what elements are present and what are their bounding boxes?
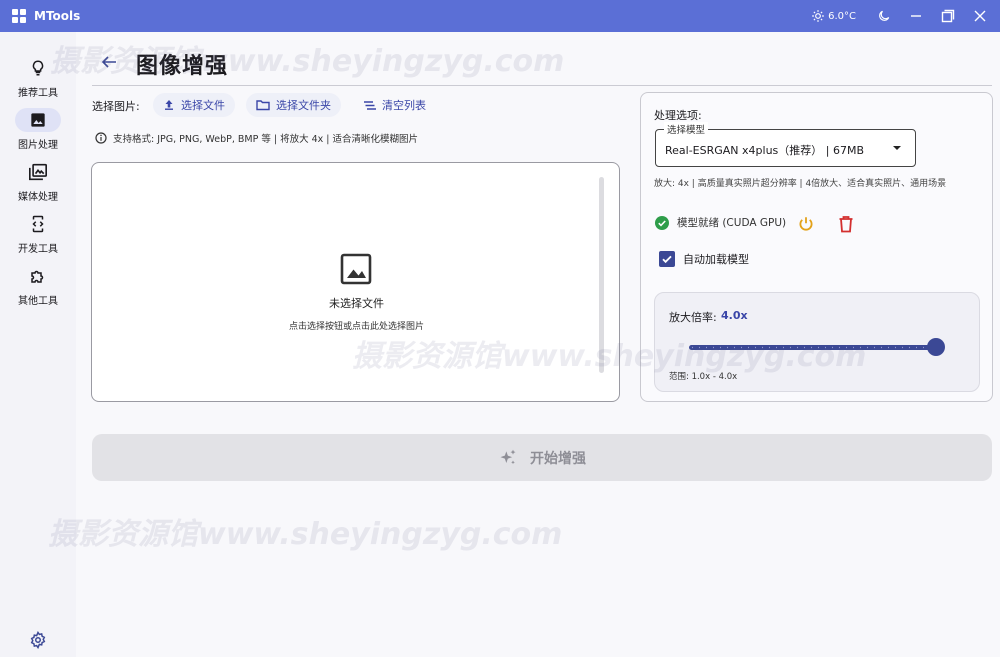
sidebar-item-image-processing[interactable]: 图片处理	[0, 108, 76, 151]
drop-zone-title: 未选择文件	[329, 297, 384, 310]
start-enhance-button[interactable]: 开始增强	[92, 434, 992, 481]
sidebar-item-media[interactable]: 媒体处理	[0, 160, 76, 203]
delete-icon	[839, 216, 853, 233]
sidebar-item-label: 开发工具	[18, 244, 58, 255]
app-logo-icon	[12, 9, 26, 23]
settings-button[interactable]	[27, 629, 49, 651]
sidebar-item-label: 图片处理	[18, 140, 58, 151]
formats-info: 支持格式: JPG, PNG, WebP, BMP 等 | 将放大 4x | 适…	[95, 131, 418, 145]
check-circle-icon	[655, 215, 669, 230]
sidebar-item-recommended[interactable]: 推荐工具	[0, 56, 76, 99]
minimize-button[interactable]	[900, 0, 932, 32]
close-button[interactable]	[964, 0, 996, 32]
gear-icon	[30, 631, 46, 649]
model-dropdown-label: 选择模型	[664, 122, 709, 136]
info-icon	[95, 132, 107, 144]
auto-load-model-option[interactable]: 自动加载模型	[659, 251, 749, 267]
sparkle-icon	[500, 449, 516, 464]
moon-icon	[879, 10, 890, 21]
maximize-button[interactable]	[932, 0, 964, 32]
scrollbar[interactable]	[599, 177, 604, 373]
theme-toggle-button[interactable]	[868, 0, 900, 32]
clear-all-icon	[364, 100, 376, 110]
weather-temperature: 6.0°C	[828, 10, 856, 22]
title-bar: MTools 6.0°C	[0, 0, 1000, 32]
select-file-button[interactable]: 选择文件	[153, 93, 235, 117]
scale-label: 放大倍率:	[669, 311, 717, 324]
scale-slider[interactable]	[689, 345, 944, 350]
back-button[interactable]	[98, 50, 120, 74]
select-folder-label: 选择文件夹	[276, 99, 331, 112]
scale-card: 放大倍率: 4.0x 范围: 1.0x - 4.0x	[654, 292, 980, 392]
upload-icon	[165, 100, 173, 110]
auto-load-label: 自动加载模型	[683, 253, 749, 266]
app-title: MTools	[34, 9, 81, 23]
developer-mode-icon	[32, 215, 44, 233]
lightbulb-icon	[32, 60, 44, 76]
sidebar-item-dev-tools[interactable]: 开发工具	[0, 212, 76, 255]
image-drop-zone[interactable]: 未选择文件 点击选择按钮或点击此处选择图片	[91, 162, 620, 402]
delete-model-button[interactable]	[835, 213, 857, 235]
select-file-label: 选择文件	[181, 99, 225, 112]
watermark: 摄影资源馆www.sheyingzyg.com	[50, 44, 565, 79]
options-title: 处理选项:	[654, 109, 702, 122]
unload-model-button[interactable]	[795, 213, 817, 235]
model-status: 模型就绪 (CUDA GPU)	[655, 215, 786, 230]
title-divider	[92, 85, 992, 86]
scale-range-text: 范围: 1.0x - 4.0x	[669, 372, 738, 382]
image-icon	[31, 113, 45, 127]
slider-ticks	[692, 346, 941, 349]
page-title: 图像增强	[136, 54, 229, 79]
processing-options-panel: 处理选项: 选择模型 Real-ESRGAN x4plus（推荐） | 67MB…	[640, 92, 993, 402]
dropdown-arrow-icon	[893, 146, 901, 150]
watermark: 摄影资源馆www.sheyingzyg.com	[48, 517, 563, 552]
sidebar: 推荐工具 图片处理 媒体处理 开发工具 其他工具	[0, 32, 76, 657]
model-dropdown-value: Real-ESRGAN x4plus（推荐） | 67MB	[665, 144, 865, 157]
weather-widget[interactable]: 6.0°C	[811, 9, 856, 23]
clear-list-button[interactable]: 清空列表	[353, 93, 436, 117]
media-library-icon	[28, 163, 47, 181]
start-enhance-label: 开始增强	[530, 450, 586, 467]
minimize-icon	[911, 15, 921, 17]
select-images-label: 选择图片:	[92, 100, 140, 113]
scale-slider-thumb[interactable]	[927, 338, 945, 356]
model-dropdown[interactable]: 选择模型 Real-ESRGAN x4plus（推荐） | 67MB	[655, 122, 916, 167]
clear-list-label: 清空列表	[382, 99, 426, 112]
extension-puzzle-icon	[31, 270, 44, 283]
power-icon	[799, 217, 813, 231]
sidebar-item-other-tools[interactable]: 其他工具	[0, 264, 76, 307]
arrow-back-icon	[101, 56, 116, 68]
maximize-icon	[941, 9, 955, 23]
sidebar-item-label: 其他工具	[18, 296, 58, 307]
sidebar-item-label: 推荐工具	[18, 88, 58, 99]
image-placeholder-icon	[340, 253, 372, 285]
sidebar-item-label: 媒体处理	[18, 192, 58, 203]
checkmark-icon	[662, 255, 672, 264]
drop-zone-subtitle: 点击选择按钮或点击此处选择图片	[288, 322, 424, 332]
model-description: 放大: 4x | 高质量真实照片超分辨率 | 4倍放大、适合真实照片、通用场景	[654, 179, 947, 189]
auto-load-checkbox[interactable]	[659, 251, 675, 267]
folder-icon	[256, 100, 270, 111]
close-icon	[974, 10, 986, 22]
select-folder-button[interactable]: 选择文件夹	[246, 93, 341, 117]
sun-icon	[812, 10, 824, 22]
scale-value: 4.0x	[721, 309, 748, 322]
formats-info-text: 支持格式: JPG, PNG, WebP, BMP 等 | 将放大 4x | 适…	[113, 134, 418, 145]
model-status-text: 模型就绪 (CUDA GPU)	[677, 217, 787, 229]
